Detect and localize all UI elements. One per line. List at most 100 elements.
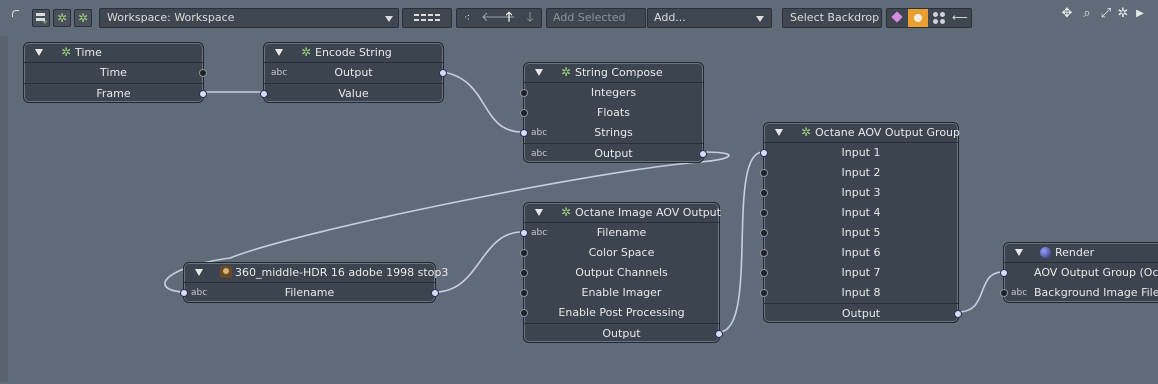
node-header[interactable]: ✲ Octane Image AOV Output — [524, 203, 721, 223]
output-port[interactable] — [431, 289, 439, 297]
socket-row: Enable Post Processing — [520, 303, 719, 323]
workspace-select[interactable]: Workspace: Workspace — [99, 8, 399, 28]
socket-label: Color Space — [588, 246, 655, 259]
add-gear-icon[interactable]: ✲ — [53, 9, 71, 27]
input-port[interactable] — [260, 90, 268, 98]
collapse-triangle-icon[interactable] — [775, 129, 783, 136]
node-title: Octane AOV Output Group — [815, 126, 961, 139]
dropdown-icon — [385, 16, 393, 22]
gear-icon[interactable]: ✲ — [74, 9, 92, 27]
input-port[interactable] — [180, 289, 188, 297]
diamond-icon[interactable] — [891, 11, 903, 23]
output-port[interactable] — [439, 69, 447, 77]
socket-label: Input 2 — [841, 166, 881, 179]
socket-label: Output — [602, 327, 641, 340]
socket-label: Output — [841, 307, 881, 320]
socket-row: Input 8 — [760, 283, 958, 303]
select-backdrop-label: Select Backdrop — [790, 11, 880, 24]
socket-label: Output Channels — [575, 266, 668, 279]
input-port[interactable] — [760, 289, 768, 297]
output-port[interactable] — [199, 69, 207, 77]
node-title: Encode String — [315, 46, 392, 59]
input-port[interactable] — [1000, 269, 1008, 277]
output-port[interactable] — [954, 310, 962, 318]
circle-icon[interactable] — [908, 9, 928, 27]
socket-row: Input 7 — [760, 263, 958, 283]
input-port[interactable] — [520, 229, 528, 237]
node-header[interactable]: ✲ String Compose — [524, 63, 703, 83]
settings-icon[interactable]: ✲ — [1116, 7, 1130, 21]
node-header[interactable]: 360_middle-HDR 16 adobe 1998 stop3 — [184, 263, 448, 283]
dropdown-icon — [756, 16, 764, 22]
socket-row: Output — [764, 303, 962, 324]
fit-icon[interactable]: ⤢ — [1099, 7, 1113, 21]
input-port[interactable] — [520, 289, 528, 297]
input-port[interactable] — [760, 149, 768, 157]
gear-icon: ✲ — [61, 45, 72, 59]
wire-imageaov-group — [718, 151, 764, 333]
arrow-up-icon[interactable]: 🡑 — [502, 11, 516, 25]
input-port[interactable] — [760, 189, 768, 197]
node-hdr-image[interactable]: 360_middle-HDR 16 adobe 1998 stop3 abc F… — [180, 262, 448, 303]
input-port[interactable] — [520, 129, 528, 137]
input-port[interactable] — [760, 269, 768, 277]
input-port[interactable] — [760, 169, 768, 177]
node-header[interactable]: ✲ Octane AOV Output Group — [764, 123, 961, 143]
grid-icon — [414, 14, 440, 21]
input-port[interactable] — [520, 309, 528, 317]
node-render[interactable]: Render AOV Output Group (Oct... abc Back… — [1000, 242, 1158, 303]
input-port[interactable] — [520, 89, 528, 97]
select-backdrop-button[interactable]: Select Backdrop — [782, 8, 882, 28]
socket-row: abc Output — [524, 143, 707, 164]
input-port[interactable] — [760, 249, 768, 257]
move-icon[interactable]: ✥ — [1060, 7, 1074, 21]
input-port[interactable] — [520, 109, 528, 117]
socket-row: abc Filename — [180, 283, 439, 303]
collapse-triangle-icon[interactable] — [35, 49, 43, 56]
node-encode-string[interactable]: ✲ Encode String abc Output Value — [260, 42, 447, 103]
socket-row: abc Filename — [520, 223, 719, 243]
output-port[interactable] — [699, 150, 707, 158]
layout-icon[interactable]: + — [32, 9, 50, 27]
socket-label: Time — [100, 66, 127, 79]
node-octane-aov-output-group[interactable]: ✲ Octane AOV Output Group Input 1 Input … — [760, 122, 962, 324]
input-port[interactable] — [1000, 289, 1008, 297]
socket-row: AOV Output Group (Oct... — [1000, 263, 1158, 283]
render-sphere-icon — [1040, 247, 1051, 258]
collapse-triangle-icon[interactable] — [535, 69, 543, 76]
collapse-triangle-icon[interactable] — [275, 49, 283, 56]
output-port[interactable] — [199, 90, 207, 98]
node-header[interactable]: ✲ Encode String — [264, 43, 443, 63]
output-port[interactable] — [715, 330, 723, 338]
socket-row: abc Output — [264, 63, 447, 83]
add-selected-field[interactable]: Add Selected — [546, 8, 646, 28]
collapse-icon[interactable]: ⟵ — [952, 11, 968, 24]
input-port[interactable] — [760, 229, 768, 237]
socket-row: Color Space — [520, 243, 719, 263]
socket-row: Integers — [520, 83, 703, 103]
node-string-compose[interactable]: ✲ String Compose Integers Floats abc Str… — [520, 62, 707, 164]
collapse-triangle-icon[interactable] — [535, 209, 543, 216]
socket-label: Input 1 — [841, 146, 881, 159]
node-header[interactable]: ✲ Time — [24, 43, 203, 63]
collapse-triangle-icon[interactable] — [1015, 249, 1023, 256]
input-port[interactable] — [520, 269, 528, 277]
gear-icon: ✲ — [561, 65, 572, 79]
socket-label: Value — [338, 87, 369, 100]
arrow-down-icon[interactable]: 🡓 — [523, 11, 537, 25]
input-port[interactable] — [760, 209, 768, 217]
socket-label: Input 5 — [841, 226, 881, 239]
node-octane-image-aov-output[interactable]: ✲ Octane Image AOV Output abc Filename C… — [520, 202, 723, 343]
add-select[interactable]: Add... — [647, 8, 772, 28]
node-header[interactable]: Render — [1004, 243, 1158, 263]
collapse-triangle-icon[interactable] — [195, 269, 203, 276]
dots-icon[interactable] — [932, 11, 946, 25]
play-icon[interactable]: ▶ — [1133, 7, 1147, 21]
input-port[interactable] — [520, 249, 528, 257]
tree-icon[interactable]: ⁖ — [460, 11, 474, 25]
zoom-icon[interactable]: ⌕ — [1080, 7, 1094, 21]
socket-label: Frame — [96, 87, 131, 100]
arrow-left-icon[interactable]: 🡐 — [481, 11, 516, 25]
grid-button[interactable] — [402, 8, 452, 28]
node-time[interactable]: ✲ Time Time Frame — [23, 42, 207, 103]
